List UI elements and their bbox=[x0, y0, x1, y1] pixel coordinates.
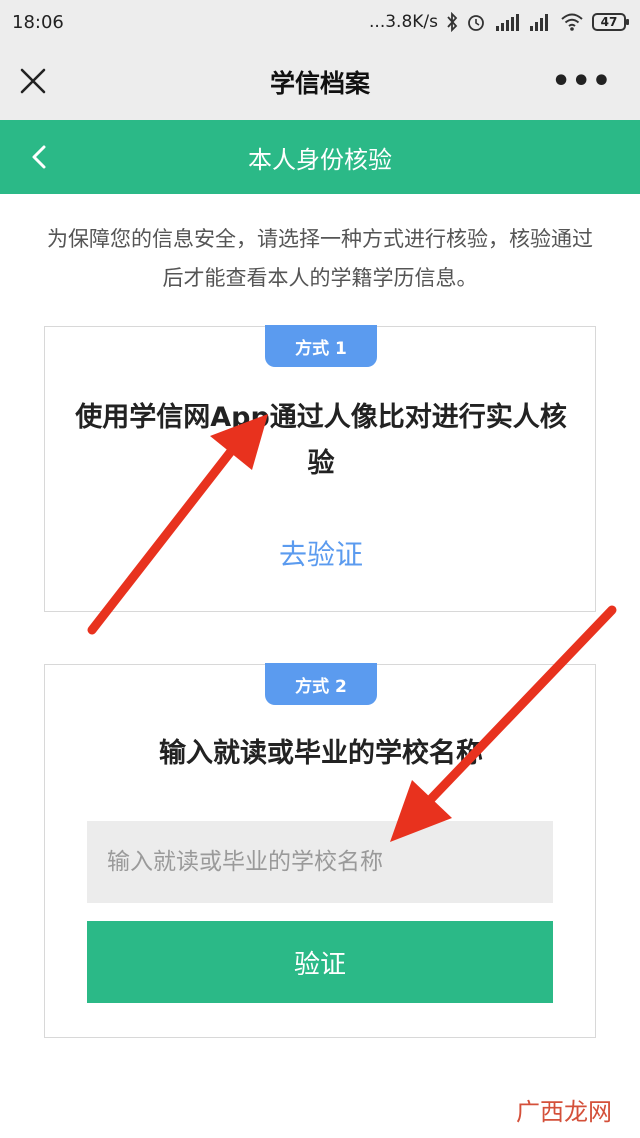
network-speed: ...3.8K/s bbox=[369, 12, 438, 32]
method-1-title: 使用学信网App通过人像比对进行实人核验 bbox=[75, 402, 567, 479]
chevron-left-icon[interactable] bbox=[28, 142, 50, 172]
app-title: 学信档案 bbox=[269, 69, 370, 98]
wifi-icon bbox=[561, 13, 583, 31]
status-icons: ...3.8K/s 47 bbox=[369, 12, 629, 32]
method-2-badge: 方式 2 bbox=[265, 663, 377, 705]
app-title-bar: 学信档案 ••• bbox=[0, 44, 640, 120]
method-2-card: 方式 2 输入就读或毕业的学校名称 验证 bbox=[44, 663, 596, 1038]
watermark: 广西龙网 bbox=[516, 1098, 612, 1126]
school-name-input[interactable] bbox=[87, 821, 553, 903]
hd-signal-icon bbox=[496, 14, 519, 31]
alarm-icon bbox=[468, 15, 484, 31]
status-time: 18:06 bbox=[12, 11, 64, 33]
page-title: 本人身份核验 bbox=[248, 145, 392, 174]
page-header: 本人身份核验 bbox=[0, 120, 640, 194]
more-icon[interactable]: ••• bbox=[551, 64, 612, 99]
close-icon[interactable] bbox=[18, 66, 48, 96]
go-verify-link[interactable]: 去验证 bbox=[45, 533, 597, 573]
method-1-card: 方式 1 使用学信网App通过人像比对进行实人核验 去验证 bbox=[44, 325, 597, 612]
method-1-badge: 方式 1 bbox=[265, 325, 377, 367]
intro-text: 为保障您的信息安全，请选择一种方式进行核验，核验通过后才能查看本人的学籍学历信息… bbox=[47, 227, 593, 290]
signal-icon bbox=[530, 14, 548, 31]
battery-icon: 47 bbox=[592, 13, 629, 31]
status-bar: 18:06 ...3.8K/s 47 bbox=[0, 0, 640, 44]
verify-button[interactable]: 验证 bbox=[87, 921, 553, 1003]
method-2-title: 输入就读或毕业的学校名称 bbox=[159, 738, 483, 769]
bluetooth-icon bbox=[447, 12, 458, 32]
